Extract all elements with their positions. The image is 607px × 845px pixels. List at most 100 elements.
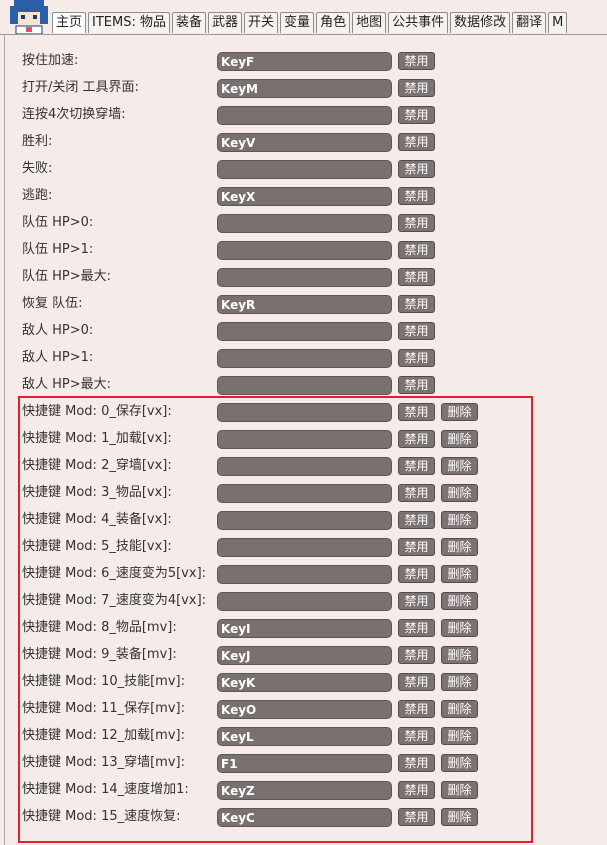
delete-button[interactable]: 删除	[441, 646, 478, 664]
keybind-input[interactable]	[217, 430, 392, 449]
keybind-label: 失败:	[22, 161, 53, 176]
disable-button[interactable]: 禁用	[398, 754, 435, 772]
disable-button[interactable]: 禁用	[398, 619, 435, 637]
keybind-input[interactable]	[217, 538, 392, 557]
keybind-input[interactable]	[217, 376, 392, 395]
keybind-row: 按住加速: 禁用	[5, 48, 605, 75]
disable-button[interactable]: 禁用	[398, 160, 435, 178]
delete-button[interactable]: 删除	[441, 592, 478, 610]
keybind-input[interactable]	[217, 403, 392, 422]
tab-3[interactable]: 武器	[208, 12, 243, 33]
disable-button[interactable]: 禁用	[398, 781, 435, 799]
keybind-input[interactable]	[217, 673, 392, 692]
delete-button[interactable]: 删除	[441, 700, 478, 718]
keybind-input[interactable]	[217, 808, 392, 827]
keybind-input[interactable]	[217, 646, 392, 665]
keybind-label: 按住加速:	[22, 53, 79, 68]
disable-button[interactable]: 禁用	[398, 403, 435, 421]
tab-5[interactable]: 变量	[280, 12, 315, 33]
keybind-input[interactable]	[217, 781, 392, 800]
disable-button[interactable]: 禁用	[398, 214, 435, 232]
disable-button[interactable]: 禁用	[398, 376, 435, 394]
keybind-input[interactable]	[217, 727, 392, 746]
disable-button[interactable]: 禁用	[398, 565, 435, 583]
delete-button[interactable]: 删除	[441, 403, 478, 421]
disable-button[interactable]: 禁用	[398, 700, 435, 718]
delete-button[interactable]: 删除	[441, 430, 478, 448]
keybind-input[interactable]	[217, 484, 392, 503]
keybind-input[interactable]	[217, 241, 392, 260]
keybind-input[interactable]	[217, 349, 392, 368]
tab-bar: 主页 ITEMS: 物品 装备 武器 开关 变量 角色 地图 公共事件 数据修改 翻译 M	[0, 0, 607, 35]
keybind-input[interactable]	[217, 754, 392, 773]
keybind-input[interactable]	[217, 79, 392, 98]
keybind-input[interactable]	[217, 52, 392, 71]
keybind-input[interactable]	[217, 268, 392, 287]
keybind-input[interactable]	[217, 511, 392, 530]
keybind-input[interactable]	[217, 565, 392, 584]
keybind-input[interactable]	[217, 106, 392, 125]
disable-button[interactable]: 禁用	[398, 457, 435, 475]
keybind-input[interactable]	[217, 619, 392, 638]
tab-0[interactable]: 主页	[52, 12, 87, 33]
delete-button[interactable]: 删除	[441, 781, 478, 799]
tab-7[interactable]: 地图	[352, 12, 387, 33]
disable-button[interactable]: 禁用	[398, 79, 435, 97]
disable-button[interactable]: 禁用	[398, 295, 435, 313]
keybind-row: 打开/关闭 工具界面: 禁用	[5, 75, 605, 102]
disable-button[interactable]: 禁用	[398, 322, 435, 340]
keybind-input[interactable]	[217, 187, 392, 206]
disable-button[interactable]: 禁用	[398, 538, 435, 556]
disable-button[interactable]: 禁用	[398, 511, 435, 529]
keybind-input[interactable]	[217, 457, 392, 476]
disable-button[interactable]: 禁用	[398, 241, 435, 259]
keybind-input[interactable]	[217, 133, 392, 152]
keybind-label: 快捷键 Mod: 13_穿墙[mv]:	[22, 755, 185, 770]
delete-button[interactable]: 删除	[441, 565, 478, 583]
disable-button[interactable]: 禁用	[398, 52, 435, 70]
disable-button[interactable]: 禁用	[398, 268, 435, 286]
tab-1[interactable]: ITEMS: 物品	[88, 12, 170, 33]
disable-button[interactable]: 禁用	[398, 430, 435, 448]
disable-button[interactable]: 禁用	[398, 349, 435, 367]
delete-button[interactable]: 删除	[441, 673, 478, 691]
keybind-input[interactable]	[217, 700, 392, 719]
disable-button[interactable]: 禁用	[398, 187, 435, 205]
keybind-label: 快捷键 Mod: 5_技能[vx]:	[22, 539, 172, 554]
keybind-label: 快捷键 Mod: 11_保存[mv]:	[22, 701, 185, 716]
disable-button[interactable]: 禁用	[398, 727, 435, 745]
delete-button[interactable]: 删除	[441, 457, 478, 475]
keybind-input[interactable]	[217, 214, 392, 233]
keybind-row: 失败: 禁用	[5, 156, 605, 183]
keybind-input[interactable]	[217, 160, 392, 179]
disable-button[interactable]: 禁用	[398, 808, 435, 826]
disable-button[interactable]: 禁用	[398, 673, 435, 691]
keybind-label: 快捷键 Mod: 15_速度恢复:	[22, 809, 181, 824]
delete-button[interactable]: 删除	[441, 619, 478, 637]
delete-button[interactable]: 删除	[441, 754, 478, 772]
disable-button[interactable]: 禁用	[398, 133, 435, 151]
tab-4[interactable]: 开关	[244, 12, 279, 33]
keybind-input[interactable]	[217, 322, 392, 341]
disable-button[interactable]: 禁用	[398, 484, 435, 502]
mod-keybind-row: 快捷键 Mod: 6_速度变为5[vx]: 禁用 删除	[5, 561, 605, 588]
delete-button[interactable]: 删除	[441, 727, 478, 745]
disable-button[interactable]: 禁用	[398, 106, 435, 124]
delete-button[interactable]: 删除	[441, 484, 478, 502]
tab-8[interactable]: 公共事件	[388, 12, 449, 33]
keybind-label: 快捷键 Mod: 2_穿墙[vx]:	[22, 458, 172, 473]
tab-11[interactable]: M	[548, 12, 568, 33]
tab-9[interactable]: 数据修改	[450, 12, 511, 33]
delete-button[interactable]: 删除	[441, 511, 478, 529]
tab-2[interactable]: 装备	[172, 12, 207, 33]
delete-button[interactable]: 删除	[441, 808, 478, 826]
keybind-input[interactable]	[217, 592, 392, 611]
delete-button[interactable]: 删除	[441, 538, 478, 556]
keybind-label: 快捷键 Mod: 0_保存[vx]:	[22, 404, 172, 419]
tab-10[interactable]: 翻译	[512, 12, 547, 33]
disable-button[interactable]: 禁用	[398, 592, 435, 610]
disable-button[interactable]: 禁用	[398, 646, 435, 664]
keybind-label: 恢复 队伍:	[22, 296, 83, 311]
tab-6[interactable]: 角色	[316, 12, 351, 33]
keybind-input[interactable]	[217, 295, 392, 314]
